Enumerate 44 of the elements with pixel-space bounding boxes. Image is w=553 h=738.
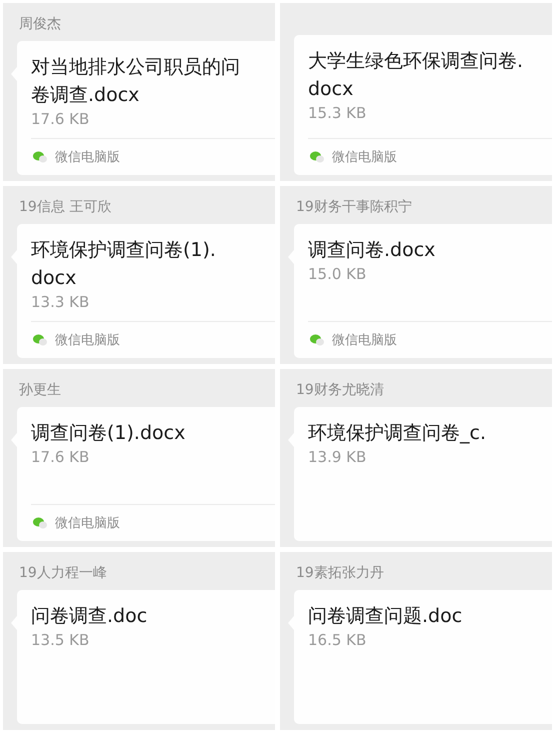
- chat-bubbles-icon: [310, 151, 324, 163]
- file-message-bubble[interactable]: 环境保护调查问卷_c. 13.9 KB: [294, 407, 552, 541]
- file-size: 17.6 KB: [31, 448, 90, 466]
- sender-name: 19财务尤晓清: [296, 381, 385, 399]
- file-message-bubble[interactable]: 调查问卷.docx 15.0 KB 微信电脑版: [294, 224, 552, 358]
- file-size: 13.3 KB: [31, 293, 90, 311]
- file-message-bubble[interactable]: 大学生绿色环保调查问卷. docx 15.3 KB 微信电脑版: [294, 35, 552, 175]
- file-name: 调查问卷.docx: [308, 238, 436, 263]
- sender-name: 周俊杰: [19, 15, 62, 33]
- file-name: 问卷调查问题.doc: [308, 604, 464, 629]
- source-label: 微信电脑版: [55, 332, 120, 349]
- file-message-bubble[interactable]: 调查问卷(1).docx 17.6 KB 微信电脑版: [17, 407, 275, 541]
- chat-bubbles-icon: [33, 334, 47, 346]
- source-label: 微信电脑版: [332, 332, 397, 349]
- chat-bubbles-icon: [310, 334, 324, 346]
- file-name: 环境保护调查问卷(1).: [31, 238, 217, 263]
- file-size: 16.5 KB: [308, 631, 368, 649]
- file-message-bubble[interactable]: 问卷调查.doc 13.5 KB: [17, 590, 275, 724]
- file-size: 13.5 KB: [31, 631, 90, 649]
- sender-name: 19信息 王可欣: [19, 198, 112, 216]
- file-name: docx: [308, 77, 354, 102]
- source-label: 微信电脑版: [55, 149, 120, 166]
- chat-bubbles-icon: [33, 151, 47, 163]
- sender-name: 19财务干事陈积宁: [296, 198, 413, 216]
- file-message-bubble[interactable]: 对当地排水公司职员的问 卷调查.docx 17.6 KB 微信电脑版: [17, 41, 275, 175]
- file-size: 17.6 KB: [31, 110, 90, 128]
- chat-bubbles-icon: [33, 517, 47, 529]
- file-message-bubble[interactable]: 环境保护调查问卷(1). docx 13.3 KB 微信电脑版: [17, 224, 275, 358]
- file-size: 15.0 KB: [308, 265, 368, 283]
- sender-name: 19人力程一峰: [19, 564, 108, 582]
- file-size: 13.9 KB: [308, 448, 368, 466]
- file-name: 问卷调查.doc: [31, 604, 148, 629]
- file-name: 对当地排水公司职员的问: [31, 55, 241, 80]
- file-name: docx: [31, 266, 78, 291]
- file-name: 调查问卷(1).docx: [31, 421, 186, 446]
- file-name: 大学生绿色环保调查问卷.: [308, 49, 524, 74]
- source-label: 微信电脑版: [55, 515, 120, 532]
- source-label: 微信电脑版: [332, 149, 397, 166]
- sender-name: 19素拓张力丹: [296, 564, 385, 582]
- file-message-bubble[interactable]: 问卷调查问题.doc 16.5 KB: [294, 590, 552, 724]
- file-size: 15.3 KB: [308, 104, 368, 122]
- sender-name: 孙更生: [19, 381, 62, 399]
- file-name: 环境保护调查问卷_c.: [308, 421, 487, 446]
- file-name: 卷调查.docx: [31, 83, 140, 108]
